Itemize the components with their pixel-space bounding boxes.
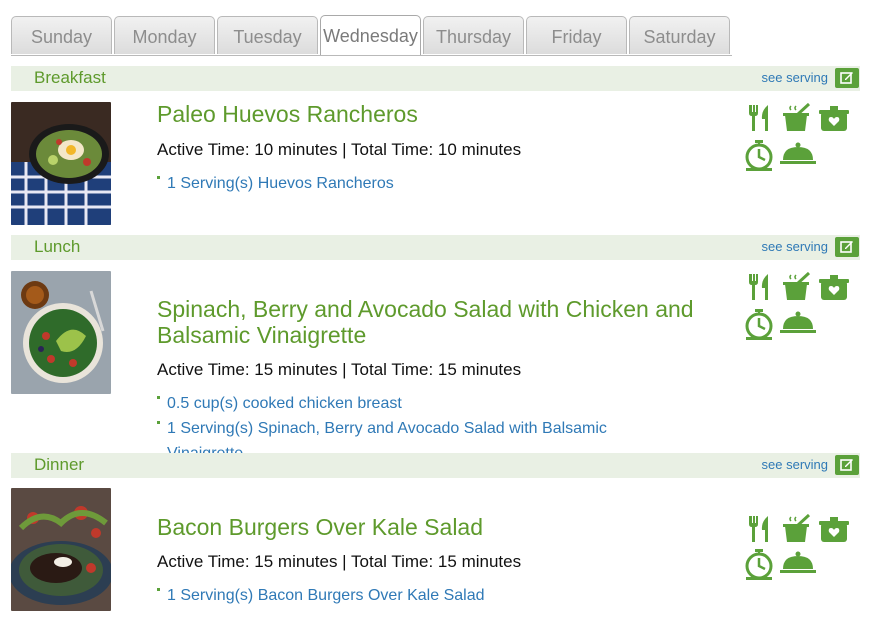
timer-icon[interactable]	[744, 548, 774, 580]
recipe-times: Active Time: 10 minutes | Total Time: 10…	[157, 140, 522, 159]
meal-title: Dinner	[34, 455, 85, 474]
tab-tuesday[interactable]: Tuesday	[217, 16, 318, 54]
tab-friday[interactable]: Friday	[526, 16, 627, 54]
meal-title: Breakfast	[34, 68, 106, 87]
favorite-pot-icon[interactable]	[818, 103, 850, 133]
tab-wednesday[interactable]: Wednesday	[320, 15, 421, 55]
tab-sunday[interactable]: Sunday	[11, 16, 112, 54]
recipe-photo[interactable]	[11, 102, 111, 225]
cooking-pot-icon[interactable]	[781, 514, 813, 544]
see-serving-link[interactable]: see serving	[762, 239, 828, 254]
meal-header: Dinner see serving	[11, 453, 860, 478]
serving-cloche-icon[interactable]	[780, 310, 816, 334]
tabs-divider	[11, 55, 732, 56]
recipe-times: Active Time: 15 minutes | Total Time: 15…	[157, 360, 522, 379]
ingredient-item[interactable]: 1 Serving(s) Huevos Rancheros	[157, 171, 657, 196]
utensils-icon[interactable]	[744, 103, 774, 133]
edit-serving-button[interactable]	[835, 237, 859, 257]
recipe-actions	[744, 103, 854, 173]
meal-title: Lunch	[34, 237, 81, 256]
edit-icon	[840, 72, 853, 84]
edit-icon	[840, 241, 853, 253]
edit-serving-button[interactable]	[835, 455, 859, 475]
cooking-pot-icon[interactable]	[781, 272, 813, 302]
edit-serving-button[interactable]	[835, 68, 859, 88]
recipe-actions	[744, 514, 854, 584]
see-serving-link[interactable]: see serving	[762, 457, 828, 472]
huevos-rancheros-photo	[11, 102, 111, 225]
recipe-title[interactable]: Bacon Burgers Over Kale Salad	[157, 514, 717, 540]
ingredient-item[interactable]: 1 Serving(s) Bacon Burgers Over Kale Sal…	[157, 583, 657, 608]
see-serving-link[interactable]: see serving	[762, 70, 828, 85]
cooking-pot-icon[interactable]	[781, 103, 813, 133]
tab-saturday[interactable]: Saturday	[629, 16, 730, 54]
favorite-pot-icon[interactable]	[818, 272, 850, 302]
timer-icon[interactable]	[744, 308, 774, 340]
spinach-salad-photo	[11, 271, 111, 394]
serving-cloche-icon[interactable]	[780, 550, 816, 574]
timer-icon[interactable]	[744, 139, 774, 171]
bacon-burger-photo	[11, 488, 111, 611]
tab-thursday[interactable]: Thursday	[423, 16, 524, 54]
ingredient-item[interactable]: 0.5 cup(s) cooked chicken breast	[157, 391, 657, 416]
utensils-icon[interactable]	[744, 272, 774, 302]
edit-icon	[840, 459, 853, 471]
ingredient-list: 1 Serving(s) Huevos Rancheros	[157, 171, 657, 196]
meal-section-dinner: Dinner see serving Bacon Burgers Over Ka…	[11, 453, 860, 611]
day-tabs: Sunday Monday Tuesday Wednesday Thursday…	[11, 15, 860, 56]
recipe-times: Active Time: 15 minutes | Total Time: 15…	[157, 552, 522, 571]
serving-cloche-icon[interactable]	[780, 141, 816, 165]
recipe-title[interactable]: Paleo Huevos Rancheros	[157, 101, 717, 127]
recipe-photo[interactable]	[11, 488, 111, 611]
recipe-actions	[744, 272, 854, 342]
recipe-title[interactable]: Spinach, Berry and Avocado Salad with Ch…	[157, 296, 717, 348]
tab-monday[interactable]: Monday	[114, 16, 215, 54]
favorite-pot-icon[interactable]	[818, 514, 850, 544]
meal-header: Breakfast see serving	[11, 66, 860, 91]
ingredient-list: 1 Serving(s) Bacon Burgers Over Kale Sal…	[157, 583, 657, 608]
meal-section-lunch: Lunch see serving Spinach, Berry and Avo…	[11, 235, 860, 462]
meal-section-breakfast: Breakfast see serving Paleo Huevos Ranch…	[11, 66, 860, 225]
meal-header: Lunch see serving	[11, 235, 860, 260]
recipe-photo[interactable]	[11, 271, 111, 394]
utensils-icon[interactable]	[744, 514, 774, 544]
